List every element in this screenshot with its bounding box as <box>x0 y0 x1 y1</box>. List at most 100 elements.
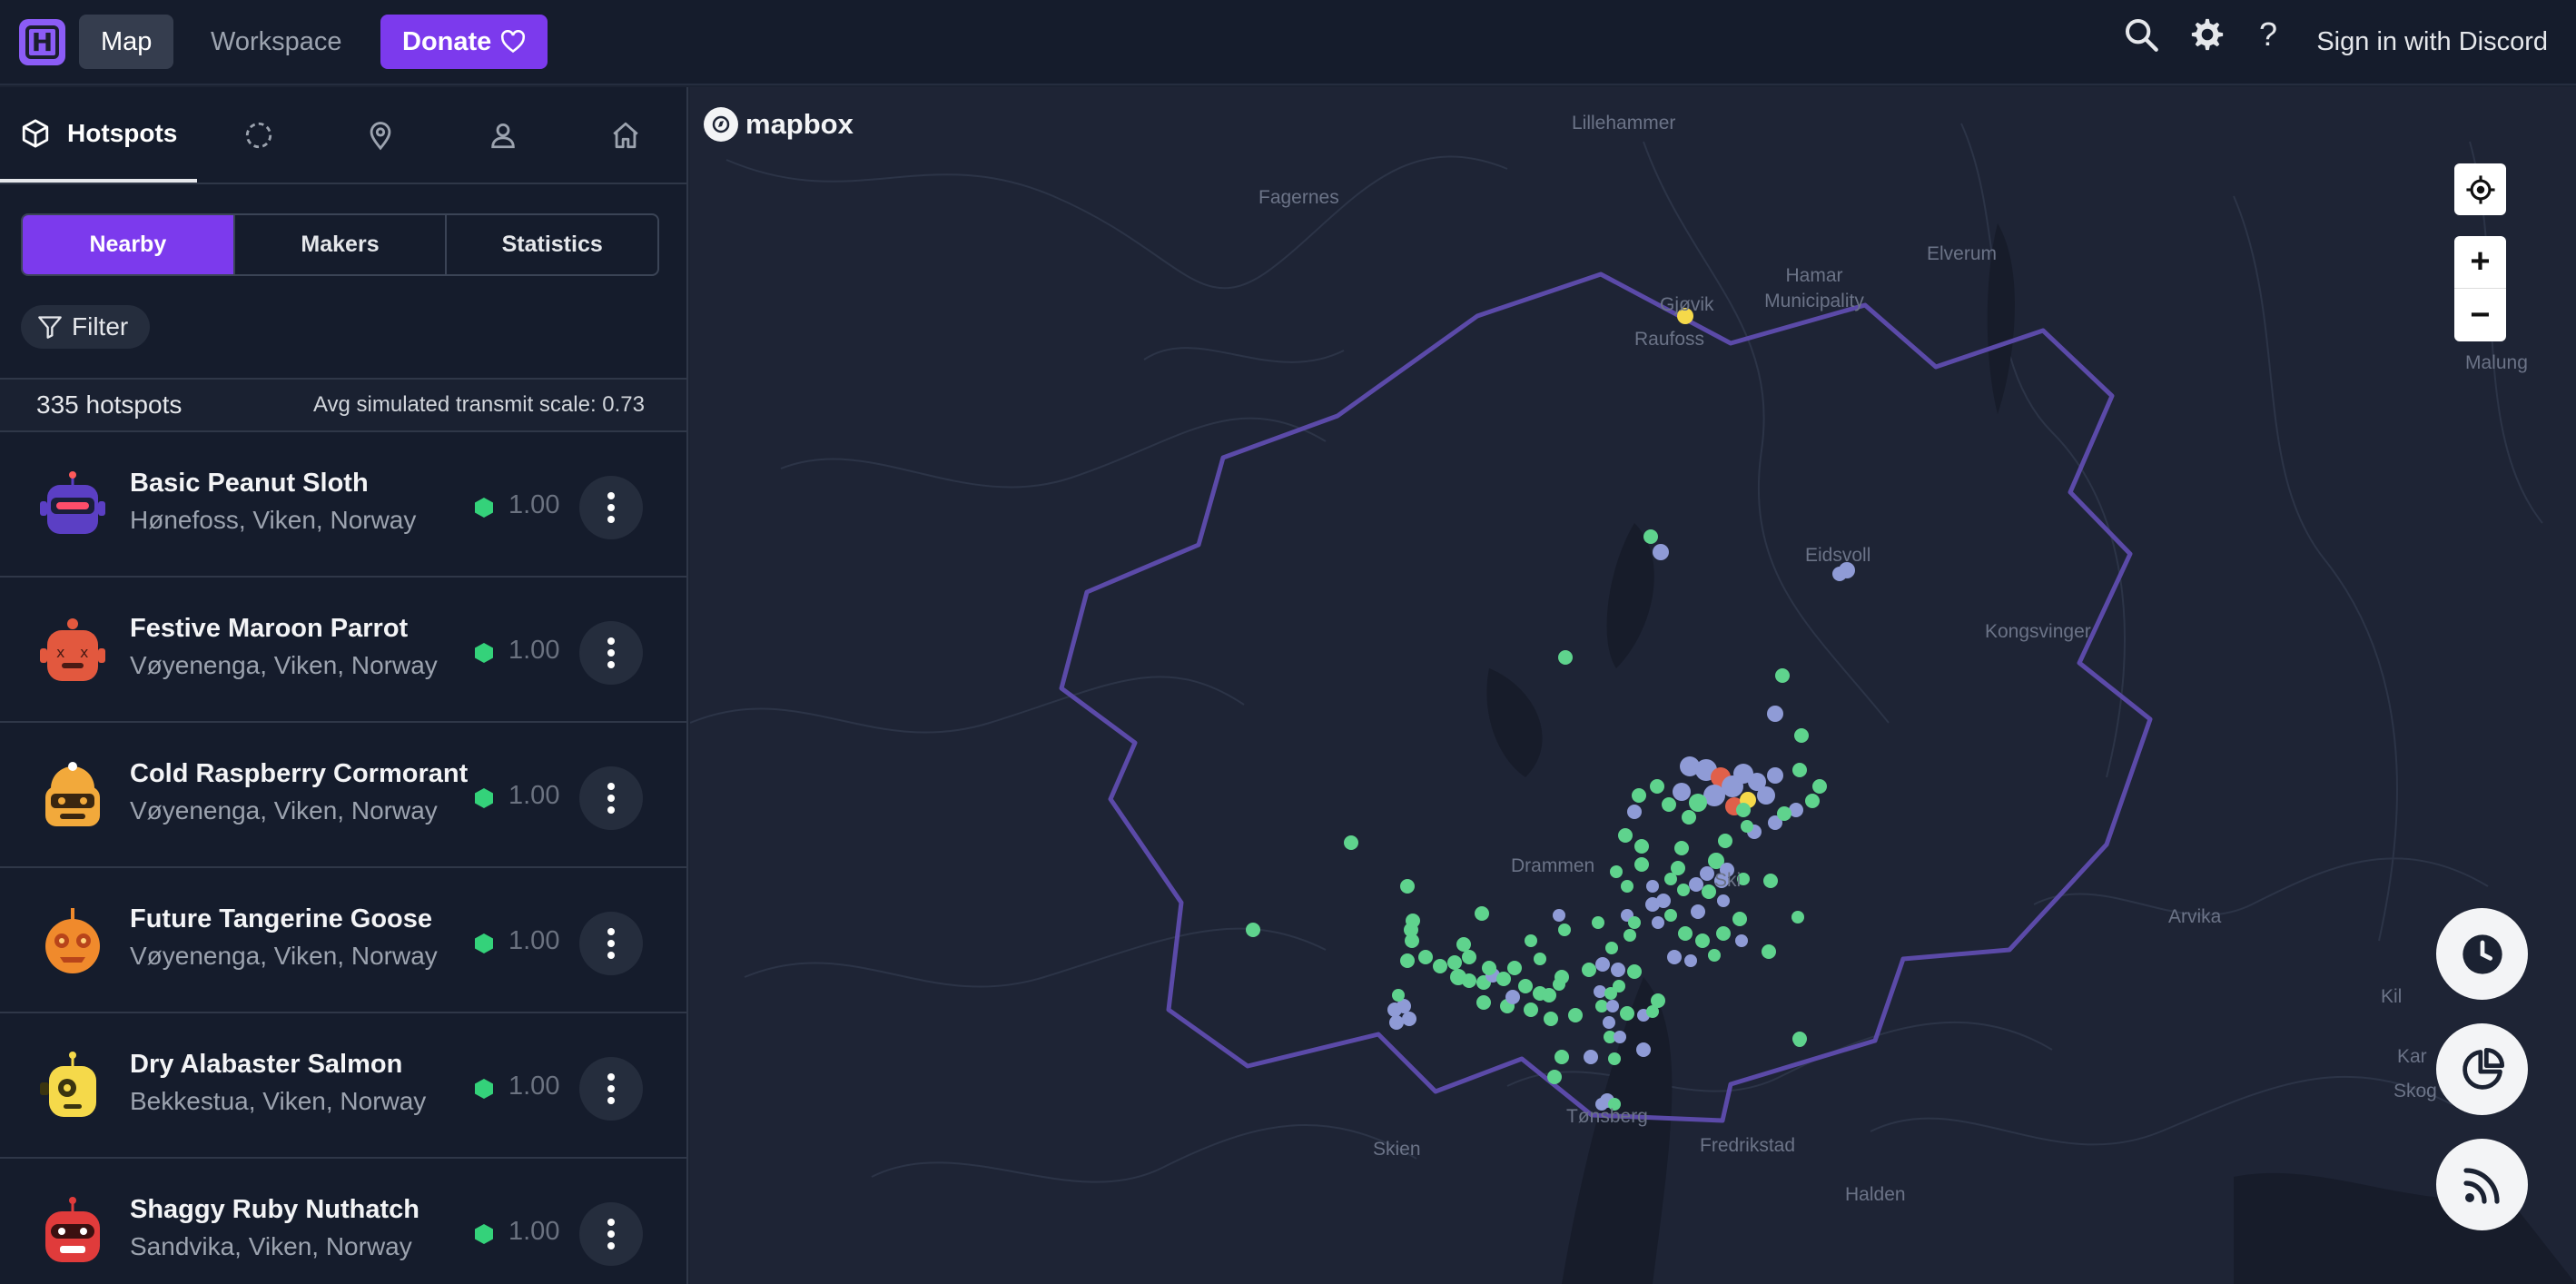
kebab-menu-icon <box>607 1219 615 1249</box>
hotspot-location: Bekkestua, Viken, Norway <box>130 1087 427 1115</box>
transmit-scale: 1.00 <box>508 1072 560 1101</box>
list-item[interactable]: Shaggy Ruby Nuthatch Sandvika, Viken, No… <box>0 1159 686 1284</box>
hotspot-name: Shaggy Ruby Nuthatch <box>130 1195 420 1224</box>
transmit-scale: 1.00 <box>508 1217 560 1246</box>
segment-makers[interactable]: Makers <box>235 215 448 274</box>
history-button[interactable] <box>2436 908 2528 1000</box>
more-options-button[interactable] <box>579 476 643 539</box>
feed-button[interactable] <box>2436 1139 2528 1230</box>
location-pin-icon <box>370 121 391 150</box>
kebab-menu-icon <box>607 492 615 523</box>
hexagon-icon <box>475 1224 493 1244</box>
hotspot-name: Festive Maroon Parrot <box>130 614 409 643</box>
map-label: Hamar Municipality <box>1764 265 1864 311</box>
map-label: Fagernes <box>1258 187 1339 208</box>
selection-icon <box>245 122 271 148</box>
tab-home[interactable] <box>564 87 686 183</box>
svg-text:x: x <box>56 644 64 661</box>
nav-map-button[interactable]: Map <box>79 15 174 69</box>
hotspot-location: Sandvika, Viken, Norway <box>130 1232 412 1260</box>
map-label: Kongsvinger <box>1985 621 2091 642</box>
list-item[interactable]: xx Festive Maroon Parrot Vøyenenga, Vike… <box>0 578 686 723</box>
list-item[interactable]: Basic Peanut Sloth Hønefoss, Viken, Norw… <box>0 432 686 578</box>
top-navigation-bar: H Map Workspace Donate ? Sign in with Di… <box>0 0 2576 85</box>
hexagon-icon <box>475 788 493 808</box>
kebab-menu-icon <box>607 928 615 959</box>
more-options-button[interactable] <box>579 621 643 685</box>
tab-hotspots-label: Hotspots <box>67 118 178 147</box>
segment-statistics[interactable]: Statistics <box>447 215 657 274</box>
donate-label: Donate <box>402 26 492 56</box>
hotspot-count: 335 hotspots <box>36 390 183 419</box>
hotspot-location: Hønefoss, Viken, Norway <box>130 506 417 534</box>
filter-icon <box>38 316 62 339</box>
map-label: Skien <box>1373 1139 1421 1160</box>
kebab-menu-icon <box>607 1073 615 1104</box>
list-item[interactable]: Dry Alabaster Salmon Bekkestua, Viken, N… <box>0 1013 686 1159</box>
donate-button[interactable]: Donate <box>380 15 548 69</box>
map-label: Ski <box>1714 870 1742 891</box>
user-icon <box>491 123 515 148</box>
more-options-button[interactable] <box>579 1057 643 1121</box>
view-segmented-control: Nearby Makers Statistics <box>21 213 659 276</box>
tab-location[interactable] <box>320 87 442 183</box>
sign-in-discord-link[interactable]: Sign in with Discord <box>2316 15 2548 69</box>
svg-text:x: x <box>80 644 88 661</box>
tab-selection[interactable] <box>197 87 320 183</box>
more-options-button[interactable] <box>579 912 643 975</box>
robot-avatar-icon <box>40 1052 96 1117</box>
map-base-layer <box>690 123 2576 1284</box>
hotspot-summary-bar: 335 hotspots Avg simulated transmit scal… <box>0 378 686 432</box>
hotspot-name: Future Tangerine Goose <box>130 904 433 933</box>
logo-letter: H <box>25 25 59 59</box>
zoom-out-button[interactable]: − <box>2454 289 2506 341</box>
transmit-scale: 1.00 <box>508 636 560 665</box>
sidebar-tabs: Hotspots <box>0 87 686 184</box>
nav-workspace-button[interactable]: Workspace <box>189 15 364 69</box>
hexagon-icon <box>475 498 493 518</box>
statistics-button[interactable] <box>2436 1023 2528 1115</box>
hotspot-location: Vøyenenga, Viken, Norway <box>130 651 438 679</box>
map-canvas[interactable]: mapbox Lillehammer Fagernes Hamar Munici… <box>690 87 2576 1284</box>
search-icon[interactable] <box>2121 15 2161 54</box>
filter-label: Filter <box>72 312 129 341</box>
mapbox-logo-icon <box>704 107 738 142</box>
home-icon <box>612 122 638 148</box>
kebab-menu-icon <box>607 637 615 668</box>
map-label: Arvika <box>2168 906 2222 927</box>
map-label: Kar <box>2397 1046 2427 1067</box>
cube-icon <box>22 118 49 148</box>
mapbox-label: mapbox <box>745 108 854 140</box>
hotspotty-logo[interactable]: H <box>19 19 65 65</box>
more-options-button[interactable] <box>579 1202 643 1266</box>
hotspot-location: Vøyenenga, Viken, Norway <box>130 942 438 970</box>
list-item[interactable]: Future Tangerine Goose Vøyenenga, Viken,… <box>0 868 686 1013</box>
mapbox-attribution[interactable]: mapbox <box>704 107 854 142</box>
zoom-control: + − <box>2454 236 2506 341</box>
help-icon[interactable]: ? <box>2248 15 2288 54</box>
list-item[interactable]: Cold Raspberry Cormorant Vøyenenga, Vike… <box>0 723 686 868</box>
geolocate-button[interactable] <box>2454 163 2506 215</box>
map-label: Kil <box>2381 986 2403 1007</box>
hexagon-icon <box>475 1079 493 1099</box>
map-label: Gjøvik <box>1660 294 1714 315</box>
clock-icon <box>2462 933 2502 974</box>
transmit-scale: 1.00 <box>508 490 560 519</box>
avg-transmit-scale: Avg simulated transmit scale: 0.73 <box>312 392 645 417</box>
map-label: Lillehammer <box>1572 113 1676 133</box>
zoom-in-button[interactable]: + <box>2454 236 2506 289</box>
segment-nearby[interactable]: Nearby <box>23 215 235 274</box>
filter-button[interactable]: Filter <box>21 305 151 349</box>
map-label: Skog <box>2393 1081 2437 1101</box>
map-label: Raufoss <box>1634 329 1705 350</box>
tab-user[interactable] <box>442 87 565 183</box>
tab-hotspots[interactable]: Hotspots <box>0 87 198 183</box>
robot-avatar-icon: xx <box>40 618 105 681</box>
transmit-scale: 1.00 <box>508 926 560 955</box>
robot-avatar-icon <box>45 908 100 973</box>
hexagon-icon <box>475 643 493 663</box>
sidebar: Hotspots Nearby Makers Statistics Filter… <box>0 87 688 1284</box>
hotspot-name: Dry Alabaster Salmon <box>130 1050 403 1079</box>
gear-icon[interactable] <box>2187 15 2227 54</box>
more-options-button[interactable] <box>579 766 643 830</box>
